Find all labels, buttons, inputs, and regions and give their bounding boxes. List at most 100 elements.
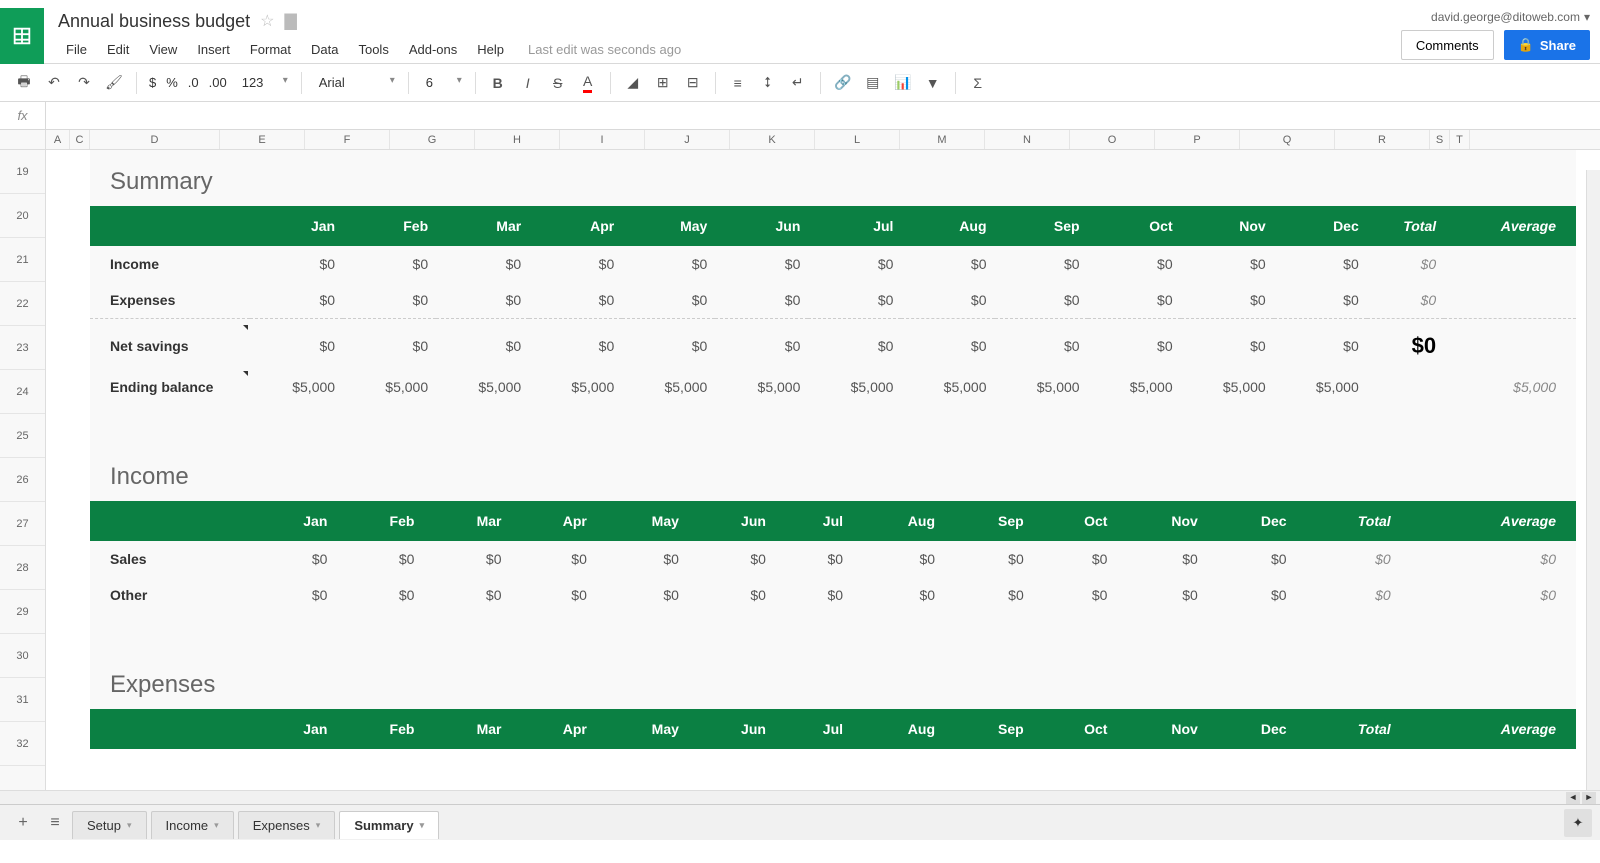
- row-header-20[interactable]: 20: [0, 194, 45, 238]
- scroll-left-icon[interactable]: ◄: [1566, 792, 1580, 804]
- cell[interactable]: $0: [1206, 541, 1295, 577]
- cell[interactable]: $0: [995, 246, 1088, 282]
- menu-help[interactable]: Help: [469, 38, 512, 61]
- font-size-select[interactable]: 6: [417, 70, 467, 95]
- cell[interactable]: $0: [1032, 541, 1116, 577]
- cell-total[interactable]: $0: [1367, 323, 1444, 369]
- vertical-align-button[interactable]: ⭥: [754, 69, 782, 97]
- menu-tools[interactable]: Tools: [350, 38, 396, 61]
- column-header-I[interactable]: I: [560, 130, 645, 149]
- percent-format-button[interactable]: %: [162, 75, 182, 90]
- font-select[interactable]: Arial: [310, 70, 400, 95]
- cell[interactable]: $0: [343, 282, 436, 319]
- row-header-29[interactable]: 29: [0, 590, 45, 634]
- cell[interactable]: $5,000: [715, 369, 808, 405]
- cell[interactable]: $0: [1088, 246, 1181, 282]
- cell[interactable]: $0: [529, 246, 622, 282]
- cell[interactable]: $0: [1181, 246, 1274, 282]
- cell-average[interactable]: $0: [1399, 577, 1576, 613]
- column-header-O[interactable]: O: [1070, 130, 1155, 149]
- column-header-J[interactable]: J: [645, 130, 730, 149]
- cell[interactable]: $0: [1274, 246, 1367, 282]
- cell-total[interactable]: $0: [1295, 541, 1399, 577]
- cell[interactable]: $0: [715, 282, 808, 319]
- paint-format-icon[interactable]: 🖌: [100, 69, 128, 97]
- cell[interactable]: $0: [943, 577, 1032, 613]
- menu-edit[interactable]: Edit: [99, 38, 137, 61]
- chevron-down-icon[interactable]: ▾: [420, 820, 425, 831]
- cell[interactable]: $0: [509, 577, 594, 613]
- column-header-R[interactable]: R: [1335, 130, 1430, 149]
- scroll-right-icon[interactable]: ►: [1582, 792, 1596, 804]
- cell[interactable]: $0: [529, 323, 622, 369]
- row-header-32[interactable]: 32: [0, 722, 45, 766]
- number-format-select[interactable]: 123: [233, 70, 293, 95]
- cell-average[interactable]: [1444, 282, 1576, 319]
- fill-color-button[interactable]: ◢: [619, 69, 647, 97]
- menu-addons[interactable]: Add-ons: [401, 38, 465, 61]
- cell[interactable]: $0: [422, 541, 509, 577]
- sheet-tab-expenses[interactable]: Expenses▾: [238, 811, 336, 839]
- merge-cells-button[interactable]: ⊟: [679, 69, 707, 97]
- cell[interactable]: $0: [250, 323, 343, 369]
- sheet-tab-summary[interactable]: Summary▾: [339, 811, 439, 839]
- cell[interactable]: $0: [1088, 323, 1181, 369]
- column-header-H[interactable]: H: [475, 130, 560, 149]
- column-header-K[interactable]: K: [730, 130, 815, 149]
- cell[interactable]: $5,000: [529, 369, 622, 405]
- cell[interactable]: $0: [901, 282, 994, 319]
- all-sheets-button[interactable]: ≡: [40, 809, 70, 837]
- cell[interactable]: $0: [687, 541, 774, 577]
- sheet-body[interactable]: SummaryJanFebMarAprMayJunJulAugSepOctNov…: [46, 150, 1600, 790]
- row-header-28[interactable]: 28: [0, 546, 45, 590]
- row-header-23[interactable]: 23: [0, 326, 45, 370]
- increase-decimal-button[interactable]: .00: [205, 75, 231, 90]
- column-header-S[interactable]: S: [1430, 130, 1450, 149]
- cell[interactable]: $5,000: [995, 369, 1088, 405]
- chevron-down-icon[interactable]: ▾: [127, 820, 132, 831]
- cell[interactable]: $0: [808, 246, 901, 282]
- cell[interactable]: $0: [1115, 577, 1205, 613]
- column-header-T[interactable]: T: [1450, 130, 1470, 149]
- menu-format[interactable]: Format: [242, 38, 299, 61]
- cell-average[interactable]: [1444, 246, 1576, 282]
- filter-icon[interactable]: ▼: [919, 69, 947, 97]
- user-email[interactable]: david.george@ditoweb.com ▾: [1431, 10, 1590, 24]
- cell[interactable]: $0: [1115, 541, 1205, 577]
- star-icon[interactable]: ☆: [260, 11, 274, 31]
- cell-total[interactable]: $0: [1295, 577, 1399, 613]
- cell[interactable]: $0: [436, 323, 529, 369]
- cell-average[interactable]: $5,000: [1444, 369, 1576, 405]
- cell[interactable]: $0: [509, 541, 594, 577]
- menu-insert[interactable]: Insert: [189, 38, 238, 61]
- cell[interactable]: $0: [335, 541, 422, 577]
- column-header-M[interactable]: M: [900, 130, 985, 149]
- cell[interactable]: $0: [808, 282, 901, 319]
- cell[interactable]: $0: [595, 577, 687, 613]
- cell[interactable]: $5,000: [250, 369, 343, 405]
- cell[interactable]: $0: [250, 577, 335, 613]
- comments-button[interactable]: Comments: [1401, 30, 1494, 60]
- column-header-F[interactable]: F: [305, 130, 390, 149]
- decrease-decimal-button[interactable]: .0: [184, 75, 203, 90]
- cell-total[interactable]: $0: [1367, 246, 1444, 282]
- insert-comment-icon[interactable]: ▤: [859, 69, 887, 97]
- cell[interactable]: $0: [250, 282, 343, 319]
- undo-icon[interactable]: ↶: [40, 69, 68, 97]
- column-header-N[interactable]: N: [985, 130, 1070, 149]
- insert-chart-icon[interactable]: 📊: [889, 69, 917, 97]
- vertical-scrollbar[interactable]: [1586, 170, 1600, 790]
- cell[interactable]: $0: [343, 246, 436, 282]
- cell-average[interactable]: $0: [1399, 541, 1576, 577]
- row-header-22[interactable]: 22: [0, 282, 45, 326]
- cell[interactable]: $0: [1181, 323, 1274, 369]
- column-header-Q[interactable]: Q: [1240, 130, 1335, 149]
- cell[interactable]: $5,000: [901, 369, 994, 405]
- cell[interactable]: $0: [995, 282, 1088, 319]
- column-header-D[interactable]: D: [90, 130, 220, 149]
- cell[interactable]: $0: [1088, 282, 1181, 319]
- cell[interactable]: $0: [774, 577, 851, 613]
- sheets-logo[interactable]: [0, 8, 44, 64]
- column-header-P[interactable]: P: [1155, 130, 1240, 149]
- cell[interactable]: $5,000: [436, 369, 529, 405]
